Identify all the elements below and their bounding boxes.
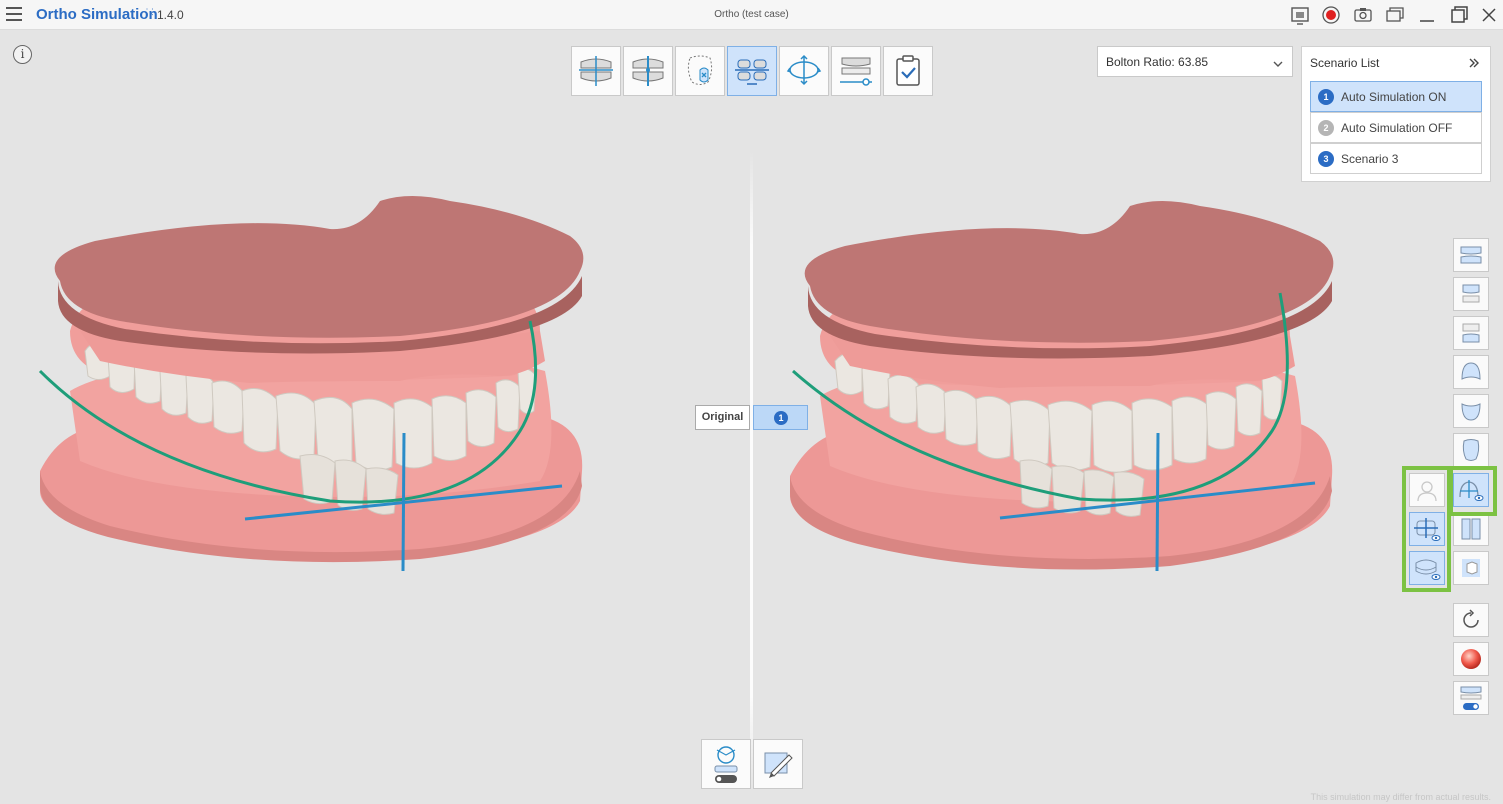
- chevron-down-icon: [1272, 56, 1284, 74]
- jaw-midline-icon: [632, 56, 664, 86]
- original-jaw-model: [38, 196, 584, 572]
- overlay-toggle-off-icon: [714, 746, 738, 783]
- measure-tool-button[interactable]: [753, 739, 803, 789]
- cube-icon: [1462, 559, 1480, 577]
- axis-lines-visibility-button[interactable]: [1409, 512, 1445, 546]
- color-toggle-button[interactable]: [1453, 642, 1489, 676]
- color-sphere-icon: [1461, 649, 1481, 669]
- disclaimer-text: This simulation may differ from actual r…: [1310, 792, 1491, 802]
- scenario-list-panel: Scenario List 1 Auto Simulation ON 2 Aut…: [1301, 46, 1491, 182]
- jaw-adjust-tool-button[interactable]: [831, 46, 881, 96]
- upper-arch-icon: [1461, 362, 1481, 380]
- title-bar: Ortho Simulation ⸬ 1.4.0 Ortho (test cas…: [0, 0, 1503, 30]
- rotate-view-tool-button[interactable]: [779, 46, 829, 96]
- compare-divider[interactable]: [750, 151, 753, 791]
- ruler-pencil-icon: [764, 752, 793, 778]
- record-icon[interactable]: [1320, 4, 1342, 26]
- close-icon[interactable]: [1478, 4, 1500, 26]
- scenario-item-2[interactable]: 2 Auto Simulation OFF: [1310, 112, 1482, 143]
- front-view-button[interactable]: [1453, 433, 1489, 467]
- arch-curve-eye-icon: [1459, 480, 1484, 501]
- tooth-exclude-icon: [687, 55, 713, 85]
- window-switch-icon[interactable]: [1384, 4, 1406, 26]
- scenario-compare-button[interactable]: 1: [753, 405, 808, 430]
- split-view-icon: [1461, 518, 1481, 540]
- scenario-label: Auto Simulation OFF: [1341, 121, 1453, 135]
- scenario-item-3[interactable]: 3 Scenario 3: [1310, 143, 1482, 174]
- overlay-off-button[interactable]: [701, 739, 751, 789]
- split-view-button[interactable]: [1453, 512, 1489, 546]
- simulated-jaw-model: [790, 201, 1334, 572]
- arch-alignment-tool-button[interactable]: [727, 46, 777, 96]
- case-title: Ortho (test case): [714, 9, 789, 20]
- tooth-exclusion-tool-button[interactable]: [675, 46, 725, 96]
- scenario-item-1[interactable]: 1 Auto Simulation ON: [1310, 81, 1482, 112]
- original-compare-button[interactable]: Original: [695, 405, 750, 430]
- camera-icon[interactable]: [1352, 4, 1374, 26]
- scenario-number-badge: 3: [1318, 151, 1334, 167]
- rotate-view-icon: [786, 54, 822, 86]
- 3d-box-view-button[interactable]: [1453, 551, 1489, 585]
- arch-curve-visibility-button[interactable]: [1453, 473, 1489, 507]
- info-icon[interactable]: i: [13, 45, 32, 64]
- axis-cross-eye-icon: [1414, 518, 1441, 541]
- face-profile-icon: [1417, 481, 1437, 502]
- both-jaws-icon: [1460, 246, 1482, 264]
- jaw-slider-icon: [840, 57, 872, 86]
- show-lower-jaw-side-button[interactable]: [1453, 316, 1489, 350]
- lower-arch-icon: [1461, 403, 1481, 421]
- upper-jaw-side-icon: [1462, 284, 1480, 303]
- scenario-label: Auto Simulation ON: [1341, 90, 1447, 104]
- face-photo-toggle-button[interactable]: [1409, 473, 1445, 507]
- clipboard-check-icon: [896, 55, 920, 86]
- finish-tool-button[interactable]: [883, 46, 933, 96]
- midline-tool-button[interactable]: [623, 46, 673, 96]
- bolton-ratio-dropdown[interactable]: Bolton Ratio: 63.85: [1097, 46, 1293, 77]
- top-toolbar: [571, 46, 935, 96]
- auto-simulation-toggle-button[interactable]: [1453, 681, 1489, 715]
- arch-align-icon: [735, 59, 769, 85]
- scenario-number-badge: 2: [1318, 120, 1334, 136]
- minimize-icon[interactable]: [1416, 4, 1438, 26]
- base-visibility-button[interactable]: [1409, 551, 1445, 585]
- 3d-viewport[interactable]: [0, 31, 1503, 804]
- jaw-toggle-on-icon: [1460, 686, 1482, 710]
- jaw-occlusion-icon: [579, 56, 613, 86]
- lower-arch-view-button[interactable]: [1453, 394, 1489, 428]
- screen-capture-icon[interactable]: [1289, 4, 1311, 26]
- occlusion-tool-button[interactable]: [571, 46, 621, 96]
- front-tooth-icon: [1462, 439, 1480, 461]
- lower-jaw-side-icon: [1462, 323, 1480, 343]
- double-chevron-right-icon[interactable]: [1468, 56, 1480, 74]
- maximize-icon[interactable]: [1448, 4, 1470, 26]
- bolton-ratio-value: Bolton Ratio: 63.85: [1106, 55, 1209, 69]
- show-both-jaws-button[interactable]: [1453, 238, 1489, 272]
- base-eye-icon: [1415, 559, 1441, 580]
- scenario-number-badge: 1: [1318, 89, 1334, 105]
- show-upper-jaw-side-button[interactable]: [1453, 277, 1489, 311]
- scenario-number-badge: 1: [774, 411, 788, 425]
- reset-rotate-icon: [1463, 609, 1479, 628]
- upper-arch-view-button[interactable]: [1453, 355, 1489, 389]
- reset-view-button[interactable]: [1453, 603, 1489, 637]
- scenario-label: Scenario 3: [1341, 152, 1399, 166]
- scenario-list-title: Scenario List: [1310, 56, 1380, 70]
